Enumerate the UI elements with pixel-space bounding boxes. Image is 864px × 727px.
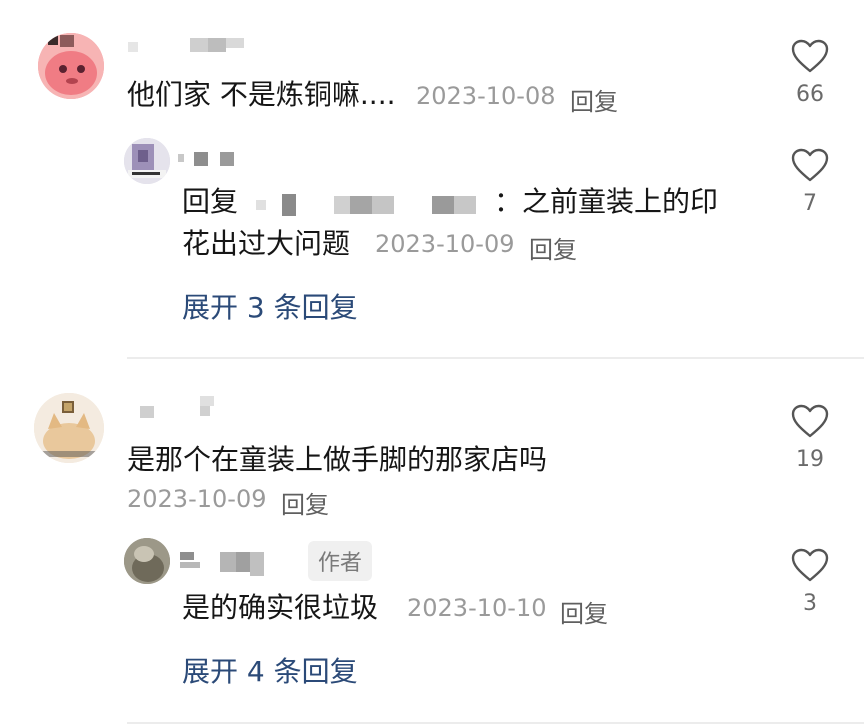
avatar-cat-image (34, 393, 104, 463)
username-redacted (128, 38, 248, 58)
reply-text-line2: 花出过大问题 (182, 227, 351, 260)
heart-outline-icon (791, 39, 829, 73)
like-button[interactable]: 66 (775, 38, 845, 107)
comment-text: 是那个在童装上做手脚的那家店吗 (127, 443, 548, 476)
reply-target-redacted (256, 190, 492, 218)
avatar-photo-image (124, 138, 170, 184)
avatar[interactable] (124, 538, 170, 584)
expand-replies-button[interactable]: 展开 4 条回复 (182, 650, 358, 690)
avatar[interactable] (124, 138, 170, 184)
comment-date: 2023-10-09 (127, 485, 267, 513)
heart-outline-icon (791, 148, 829, 182)
divider (127, 722, 864, 724)
like-count: 66 (796, 82, 824, 107)
reply-date: 2023-10-09 (375, 230, 515, 258)
reply-date: 2023-10-10 (407, 594, 547, 622)
reply-button[interactable]: 回复 (281, 485, 329, 520)
like-count: 3 (803, 591, 817, 616)
like-button[interactable]: 7 (775, 147, 845, 216)
reply-button[interactable]: 回复 (529, 230, 577, 265)
like-button[interactable]: 19 (775, 403, 845, 472)
avatar-photo-image (124, 538, 170, 584)
avatar-cartoon-image (38, 33, 104, 99)
heart-outline-icon (791, 404, 829, 438)
author-badge: 作者 (308, 541, 373, 581)
reply-button[interactable]: 回复 (560, 594, 608, 629)
like-button[interactable]: 3 (775, 547, 845, 616)
comment-text: 他们家 不是炼铜嘛.... (127, 78, 396, 111)
heart-outline-icon (791, 548, 829, 582)
expand-replies-button[interactable]: 展开 3 条回复 (182, 286, 358, 326)
avatar[interactable] (34, 393, 104, 463)
username-redacted (178, 152, 238, 170)
comment-date: 2023-10-08 (416, 82, 556, 110)
username-redacted (140, 396, 220, 418)
reply-text: 是的确实很垃圾 (182, 591, 379, 624)
reply-button[interactable]: 回复 (570, 82, 618, 117)
reply-text: ：之前童装上的印 (494, 185, 719, 218)
avatar[interactable] (38, 33, 104, 99)
username-redacted (180, 548, 276, 576)
like-count: 19 (796, 447, 824, 472)
like-count: 7 (803, 191, 817, 216)
reply-prefix: 回复 (182, 185, 239, 218)
divider (127, 357, 864, 359)
